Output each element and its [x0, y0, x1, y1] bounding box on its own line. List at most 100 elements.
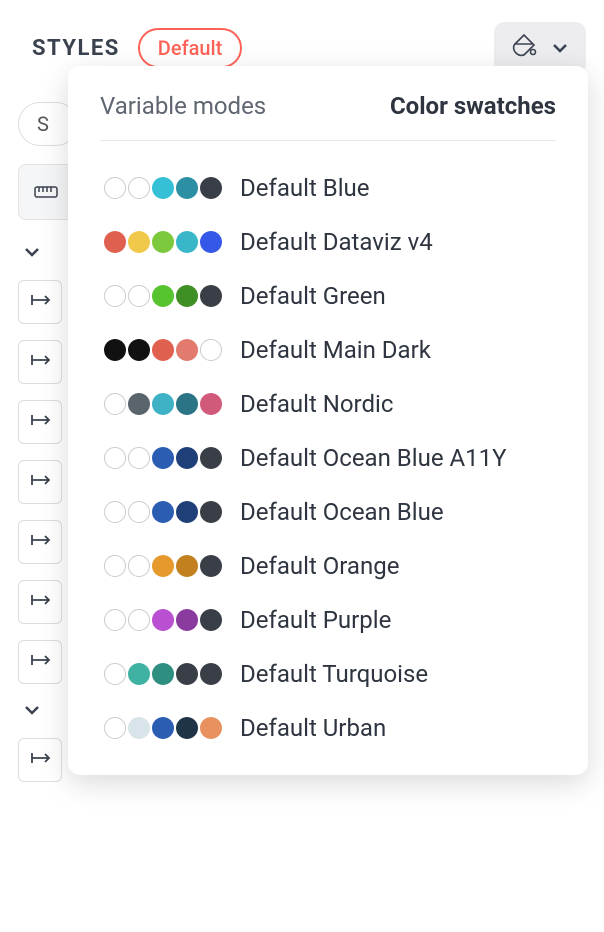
- tab-color-swatches[interactable]: Color swatches: [390, 92, 556, 120]
- swatch-dot: [104, 177, 126, 199]
- ruler-icon: [32, 176, 60, 209]
- swatch-dot: [176, 285, 198, 307]
- swatch-colors: [104, 609, 222, 631]
- property-field[interactable]: [18, 520, 62, 564]
- tab-variable-modes[interactable]: Variable modes: [100, 92, 266, 120]
- swatch-dot: [104, 663, 126, 685]
- swatch-dot: [128, 717, 150, 739]
- swatch-dot: [152, 393, 174, 415]
- swatch-label: Default Dataviz v4: [240, 227, 433, 257]
- arrow-icon: [29, 292, 51, 313]
- swatch-colors: [104, 663, 222, 685]
- swatch-dot: [152, 555, 174, 577]
- swatch-dot: [128, 285, 150, 307]
- swatch-row[interactable]: Default Blue: [100, 161, 556, 215]
- swatch-label: Default Urban: [240, 713, 386, 743]
- swatch-colors: [104, 393, 222, 415]
- swatch-dot: [200, 717, 222, 739]
- swatch-dot: [176, 501, 198, 523]
- metrics-tab[interactable]: [18, 164, 74, 220]
- swatch-dot: [104, 717, 126, 739]
- swatch-dot: [104, 501, 126, 523]
- swatch-dot: [152, 609, 174, 631]
- swatch-colors: [104, 339, 222, 361]
- swatch-label: Default Ocean Blue: [240, 497, 444, 527]
- swatch-dot: [128, 447, 150, 469]
- swatch-dot: [200, 447, 222, 469]
- swatch-dot: [104, 231, 126, 253]
- swatch-dot: [176, 663, 198, 685]
- arrow-icon: [29, 592, 51, 613]
- swatch-label: Default Purple: [240, 605, 391, 635]
- swatch-colors: [104, 177, 222, 199]
- swatch-dot: [200, 231, 222, 253]
- swatch-colors: [104, 231, 222, 253]
- swatch-row[interactable]: Default Ocean Blue: [100, 485, 556, 539]
- property-field[interactable]: [18, 340, 62, 384]
- swatch-dot: [176, 609, 198, 631]
- swatch-colors: [104, 501, 222, 523]
- swatch-dot: [128, 555, 150, 577]
- swatch-colors: [104, 555, 222, 577]
- swatch-dot: [176, 717, 198, 739]
- swatch-dot: [176, 339, 198, 361]
- section-toggle-2[interactable]: [22, 700, 42, 720]
- swatch-row[interactable]: Default Orange: [100, 539, 556, 593]
- property-field[interactable]: [18, 738, 62, 782]
- swatch-dropdown: Variable modes Color swatches Default Bl…: [68, 66, 588, 775]
- swatch-row[interactable]: Default Main Dark: [100, 323, 556, 377]
- swatch-dot: [152, 285, 174, 307]
- default-badge[interactable]: Default: [138, 28, 243, 68]
- swatch-dot: [152, 447, 174, 469]
- swatch-dot: [176, 447, 198, 469]
- swatch-dot: [128, 501, 150, 523]
- swatch-colors: [104, 285, 222, 307]
- property-field[interactable]: [18, 580, 62, 624]
- swatch-dot: [200, 177, 222, 199]
- swatch-dot: [152, 501, 174, 523]
- swatch-dot: [200, 339, 222, 361]
- swatch-dot: [128, 609, 150, 631]
- swatch-row[interactable]: Default Ocean Blue A11Y: [100, 431, 556, 485]
- swatch-dot: [176, 555, 198, 577]
- swatch-row[interactable]: Default Purple: [100, 593, 556, 647]
- swatch-label: Default Turquoise: [240, 659, 428, 689]
- swatch-dot: [104, 285, 126, 307]
- swatch-dot: [200, 285, 222, 307]
- swatch-dot: [152, 663, 174, 685]
- swatch-label: Default Green: [240, 281, 386, 311]
- swatch-dot: [128, 393, 150, 415]
- swatch-row[interactable]: Default Nordic: [100, 377, 556, 431]
- swatch-dot: [176, 231, 198, 253]
- property-field[interactable]: [18, 460, 62, 504]
- swatch-dot: [200, 555, 222, 577]
- swatch-dot: [200, 393, 222, 415]
- swatch-label: Default Orange: [240, 551, 399, 581]
- chevron-down-icon: [550, 38, 570, 58]
- swatch-dot: [104, 609, 126, 631]
- arrow-icon: [29, 412, 51, 433]
- arrow-icon: [29, 472, 51, 493]
- swatch-label: Default Main Dark: [240, 335, 431, 365]
- property-field[interactable]: [18, 400, 62, 444]
- swatch-dot: [104, 393, 126, 415]
- swatch-colors: [104, 717, 222, 739]
- swatch-row[interactable]: Default Urban: [100, 701, 556, 755]
- property-field[interactable]: [18, 280, 62, 324]
- swatch-dot: [152, 177, 174, 199]
- swatch-row[interactable]: Default Dataviz v4: [100, 215, 556, 269]
- swatch-dot: [104, 339, 126, 361]
- arrow-icon: [29, 352, 51, 373]
- swatch-dot: [128, 339, 150, 361]
- swatch-dot: [176, 177, 198, 199]
- swatch-label: Default Nordic: [240, 389, 393, 419]
- swatch-dot: [200, 663, 222, 685]
- swatch-dot: [200, 501, 222, 523]
- arrow-icon: [29, 532, 51, 553]
- swatch-row[interactable]: Default Green: [100, 269, 556, 323]
- swatch-dot: [152, 717, 174, 739]
- section-toggle-1[interactable]: [22, 242, 42, 262]
- property-field[interactable]: [18, 640, 62, 684]
- swatch-dot: [200, 609, 222, 631]
- swatch-row[interactable]: Default Turquoise: [100, 647, 556, 701]
